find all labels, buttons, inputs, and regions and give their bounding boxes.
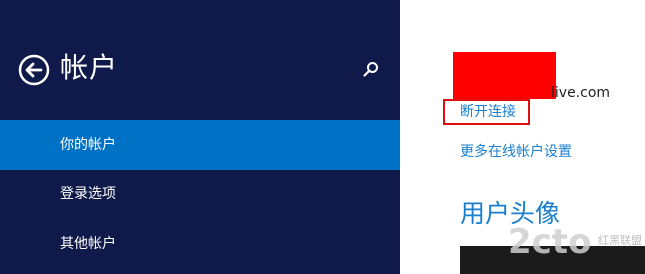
nav-item-sign-in-options[interactable]: 登录选项: [0, 169, 400, 219]
watermark-logo: 2cto: [508, 222, 592, 262]
nav-item-label: 你的帐户: [60, 137, 116, 153]
nav-item-label: 其他帐户: [60, 236, 116, 252]
email-address-suffix: live.com: [551, 85, 611, 101]
nav-item-label: 登录选项: [60, 186, 116, 202]
redacted-email-block: [453, 52, 556, 99]
account-content-pane: live.com 断开连接 更多在线帐户设置 用户头像 2cto 红黑联盟: [400, 0, 645, 274]
watermark-subtext: 红黑联盟: [598, 234, 642, 247]
nav-item-other-accounts[interactable]: 其他帐户: [0, 219, 400, 269]
search-icon[interactable]: [362, 60, 380, 78]
disconnect-link[interactable]: 断开连接: [460, 102, 516, 122]
more-online-account-settings-link[interactable]: 更多在线帐户设置: [460, 142, 572, 162]
back-arrow-circle-icon[interactable]: [18, 54, 50, 86]
nav-item-your-account[interactable]: 你的帐户: [0, 120, 400, 170]
navigation-pane: 帐户 你的帐户 登录选项 其他帐户: [0, 0, 400, 274]
page-title: 帐户: [60, 51, 119, 84]
